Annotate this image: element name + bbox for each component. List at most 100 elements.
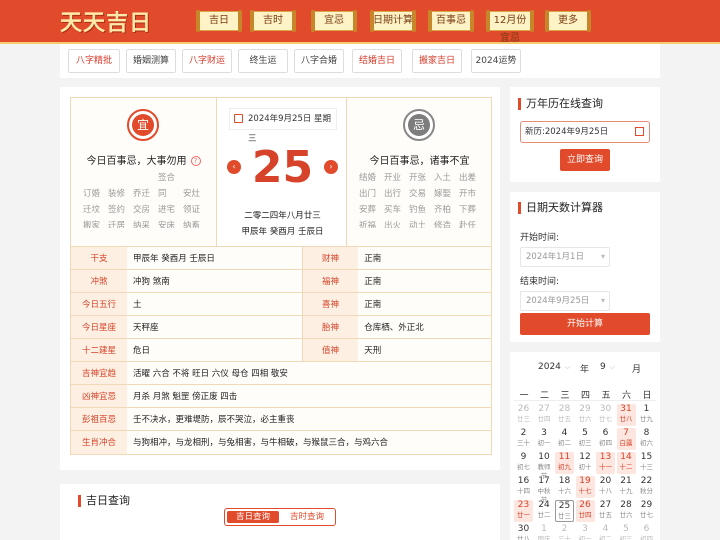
nav-more[interactable]: 更多: [545, 10, 591, 32]
day-number: 13: [599, 452, 612, 462]
yi-word: 装修: [108, 189, 126, 199]
query-now-button[interactable]: 立即查询: [560, 149, 610, 171]
calendar-day[interactable]: 18 十六: [555, 476, 574, 498]
nav-baishiji[interactable]: 百事忌: [428, 10, 474, 32]
calendar-day[interactable]: 11 初九: [555, 452, 574, 474]
info-row: 彭祖百忌 壬不决水，更难堤防，辰不哭泣，必主重丧: [71, 407, 491, 431]
wannianli-date-input[interactable]: 新历:2024年9月25日: [520, 121, 650, 143]
day-number: 14: [620, 452, 632, 462]
calendar-day[interactable]: 12 初十: [576, 452, 595, 474]
subnav-yunshi-2024[interactable]: 2024运势: [471, 49, 521, 73]
calendar-day[interactable]: 26 廿四: [575, 500, 595, 522]
yi-word: 签约: [108, 205, 126, 215]
tab-jishi-query[interactable]: 吉时查询: [281, 511, 333, 523]
calendar-day[interactable]: 26 廿三: [514, 404, 533, 426]
calendar-day[interactable]: 20 十八: [596, 476, 615, 498]
date-picker[interactable]: 2024年9月25日 星期三: [229, 108, 337, 144]
day-number: 5: [582, 428, 588, 438]
calendar-day[interactable]: 2 三十: [555, 524, 574, 540]
nav-december-yiji[interactable]: 12月份宜忌: [486, 10, 534, 44]
calendar-day[interactable]: 25 廿三: [555, 500, 574, 522]
nav-jishi[interactable]: 吉时: [250, 10, 296, 32]
lunar-label: 秋分: [640, 487, 653, 495]
help-icon[interactable]: ?: [190, 156, 201, 166]
start-date-select[interactable]: 2024年1月1日: [520, 247, 610, 267]
subnav-bazi-jingpi[interactable]: 八字精批: [68, 49, 120, 73]
calendar-day[interactable]: 23 廿一: [514, 500, 533, 522]
day-number: 17: [538, 476, 550, 486]
calendar-day[interactable]: 5 初三: [617, 524, 636, 540]
subnav-jiehun-jiri[interactable]: 结婚吉日: [352, 49, 402, 73]
calendar-day[interactable]: 3 初一: [576, 524, 595, 540]
weekday-header: 六: [621, 391, 631, 401]
site-logo[interactable]: 天天吉日: [60, 5, 152, 37]
calendar-day[interactable]: 28 廿五: [555, 404, 574, 426]
calendar-day[interactable]: 24 廿二: [535, 500, 554, 522]
end-date-select[interactable]: 2024年9月25日: [520, 291, 610, 311]
info-value: 仓库栖、外正北: [358, 315, 491, 339]
day-number: 4: [561, 428, 568, 438]
weekday-header: 一: [519, 391, 529, 401]
lunar-label: 十七: [578, 487, 592, 495]
calendar-day[interactable]: 2 三十: [514, 428, 533, 450]
lunar-label: 初一: [578, 535, 592, 540]
calendar-day[interactable]: 27 廿四: [535, 404, 554, 426]
nav-jiri[interactable]: 吉日: [196, 10, 242, 32]
yi-word: 乔迁: [133, 189, 151, 199]
lunar-label: 廿六: [578, 415, 592, 423]
calendar-day[interactable]: 1国庆节: [535, 524, 554, 540]
calendar-day[interactable]: 19 十七: [575, 476, 595, 498]
month-select[interactable]: 9 ⌵: [600, 362, 615, 372]
calendar-day[interactable]: 1 廿九: [637, 404, 656, 426]
calendar-day[interactable]: 8 初六: [637, 428, 656, 450]
subnav-bazi-hehun[interactable]: 八字合婚: [294, 49, 344, 73]
calendar-day[interactable]: 27 廿五: [596, 500, 615, 522]
calendar-day[interactable]: 10 教师节: [535, 452, 554, 480]
almanac-box: 宜 今日百事忌，大事勿用? 订婚 装修 乔迁签合同 安灶迁坟 签约 交房 进宅 领证搬家 迁居纳…: [70, 97, 492, 455]
calendar-day[interactable]: 16 十四: [514, 476, 533, 498]
start-time-label: 开始时间:: [520, 233, 560, 243]
ji-word: 入土: [434, 173, 452, 183]
jiri-query-panel: 吉日查询 吉日查询 吉时查询: [60, 484, 500, 540]
calendar-day[interactable]: 30 廿七: [596, 404, 615, 426]
calendar-day[interactable]: 4 初二: [596, 524, 615, 540]
ji-word: 开业: [384, 173, 402, 183]
wannianli-panel: 万年历在线查询 新历:2024年9月25日 立即查询: [510, 87, 660, 182]
lunar-label: 廿六: [619, 511, 633, 519]
calendar-day[interactable]: 21 十九: [617, 476, 636, 498]
ji-word: 赴任: [459, 221, 477, 228]
calendar-day[interactable]: 13 十一: [596, 452, 615, 474]
year-select[interactable]: 2024 ⌵: [538, 362, 570, 372]
subnav-hunyin[interactable]: 婚姻测算: [126, 49, 176, 73]
lunar-label: 初七: [517, 463, 530, 471]
day-number: 18: [558, 476, 571, 486]
lunar-label: 廿五: [558, 415, 571, 423]
calendar-day[interactable]: 15 十三: [637, 452, 656, 474]
calendar-day[interactable]: 28 廿六: [617, 500, 636, 522]
subnav-bazi-caiyun[interactable]: 八字财运: [182, 49, 232, 73]
calendar-day[interactable]: 29 廿六: [576, 404, 595, 426]
ji-word-list: 结婚 开业 开张 入土 出差出门 出行 交易 嫁娶 开市安葬 买车 钓鱼 齐柏 下葬祈福 出火 动土 修造 赴任: [359, 170, 489, 228]
calendar-day[interactable]: 6 初四: [637, 524, 656, 540]
subnav-banjia-jiri[interactable]: 搬家吉日: [412, 49, 462, 73]
calendar-day[interactable]: 4 初二: [555, 428, 574, 450]
calendar-day[interactable]: 3 初一: [535, 428, 554, 450]
calendar-day[interactable]: 22 秋分: [637, 476, 656, 498]
subnav-zhongshengyun[interactable]: 终生运: [238, 49, 288, 73]
nav-date-calc[interactable]: 日期计算: [370, 10, 416, 32]
calendar-day[interactable]: 14 十二: [616, 452, 636, 474]
calendar-day[interactable]: 29 廿七: [637, 500, 656, 522]
calendar-day[interactable]: 6 初四: [596, 428, 615, 450]
tab-jiri-query[interactable]: 吉日查询: [227, 511, 279, 523]
nav-yiji[interactable]: 宜忌: [311, 10, 357, 32]
calendar-day[interactable]: 17 中秋节: [535, 476, 554, 504]
start-calc-button[interactable]: 开始计算: [520, 313, 650, 335]
calendar-day[interactable]: 30 廿八: [514, 524, 533, 540]
calendar-day[interactable]: 31 廿八: [616, 404, 636, 426]
next-day-button[interactable]: ›: [324, 160, 338, 174]
calendar-day[interactable]: 7 白露: [616, 428, 636, 450]
day-number: 19: [579, 476, 591, 486]
calendar-day[interactable]: 5 初三: [576, 428, 595, 450]
calendar-day[interactable]: 9 初七: [514, 452, 533, 474]
info-row: 今日五行土喜神 正南: [71, 292, 491, 316]
